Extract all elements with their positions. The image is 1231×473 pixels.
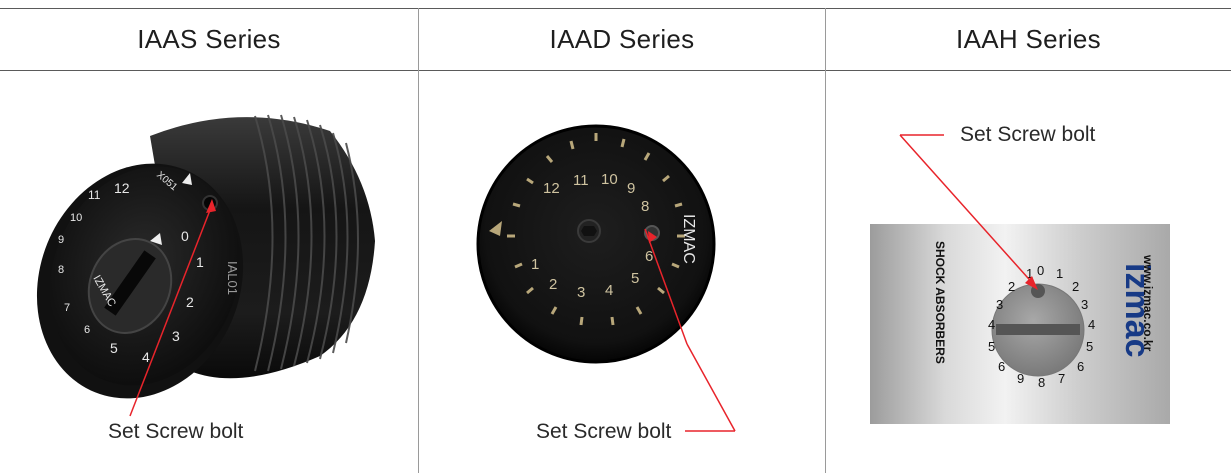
- iaah-callout-label: Set Screw bolt: [960, 123, 1096, 146]
- iaas-dial-7: 7: [64, 302, 70, 314]
- header-iaah: IAAH Series: [956, 23, 1101, 54]
- iaah-dial-7: 7: [1058, 371, 1065, 386]
- iaad-callout-label: Set Screw bolt: [536, 420, 672, 443]
- iaah-dial-4: 4: [1088, 317, 1095, 332]
- iaah-dial-2b: 2: [1008, 279, 1015, 294]
- iaas-dial-12: 12: [114, 180, 130, 196]
- iaah-side-text: SHOCK ABSORBERS: [933, 241, 947, 364]
- iaah-dial-3b: 3: [996, 297, 1003, 312]
- iaas-dial-6: 6: [84, 324, 90, 336]
- iaah-dial-5: 5: [1086, 339, 1093, 354]
- iaad-dial-8: 8: [641, 198, 649, 215]
- iaad-dial-1: 1: [531, 256, 539, 273]
- iaad-dial-5: 5: [631, 270, 639, 287]
- iaas-dial-11: 11: [88, 188, 101, 202]
- iaad-dial-4: 4: [605, 282, 613, 299]
- iaad-dial-3: 3: [577, 284, 585, 301]
- iaah-dial-6: 6: [1077, 359, 1084, 374]
- iaas-dial-3: 3: [172, 328, 180, 344]
- iaad-callout-line-2: [686, 343, 736, 432]
- iaah-dial-3: 3: [1081, 297, 1088, 312]
- iaah-dial-2: 2: [1072, 279, 1079, 294]
- product-comparison-table: IAAS Series IAAD Series IAAH Series 0 1 …: [0, 0, 1231, 473]
- iaah-dial-1: 1: [1056, 266, 1063, 281]
- iaad-brand: IZMAC: [680, 214, 697, 264]
- iaas-dial-9: 9: [58, 234, 64, 246]
- iaad-dial-10: 10: [601, 171, 618, 188]
- iaas-dial-0: 0: [181, 228, 189, 244]
- iaad-dial-9: 9: [627, 180, 635, 197]
- iaad-dial-12: 12: [543, 180, 560, 197]
- header-iaad: IAAD Series: [549, 23, 695, 54]
- iaas-callout-label: Set Screw bolt: [108, 420, 244, 443]
- iaad-dial-11: 11: [573, 172, 589, 189]
- iaah-dial-5b: 5: [988, 339, 995, 354]
- iaas-dial-4: 4: [142, 349, 150, 365]
- iaah-dial-4b: 4: [988, 317, 995, 332]
- iaah-dial-6b: 6: [998, 359, 1005, 374]
- iaas-dial-5: 5: [110, 340, 118, 356]
- iaas-dial-1: 1: [196, 254, 204, 270]
- iaas-dial-8: 8: [58, 264, 64, 276]
- iaas-dial-2: 2: [186, 294, 194, 310]
- iaad-product-image: 12 11 10 9 8 6 5 4 3 2 1 IZMAC: [476, 124, 736, 432]
- iaas-model: IAL01: [225, 261, 240, 295]
- iaah-dial-9: 9: [1017, 371, 1024, 386]
- iaad-dial-2: 2: [549, 276, 557, 293]
- iaah-website: www.izmac.co.kr: [1141, 254, 1155, 352]
- iaah-dial-8: 8: [1038, 375, 1045, 390]
- iaah-dial-0: 0: [1037, 263, 1044, 278]
- header-iaas: IAAS Series: [137, 23, 281, 54]
- iaas-product-image: 0 1 2 3 4 5 6 7 8 9 10 11 12 IZMAC IAL01…: [36, 114, 375, 417]
- iaas-dial-10: 10: [70, 212, 82, 224]
